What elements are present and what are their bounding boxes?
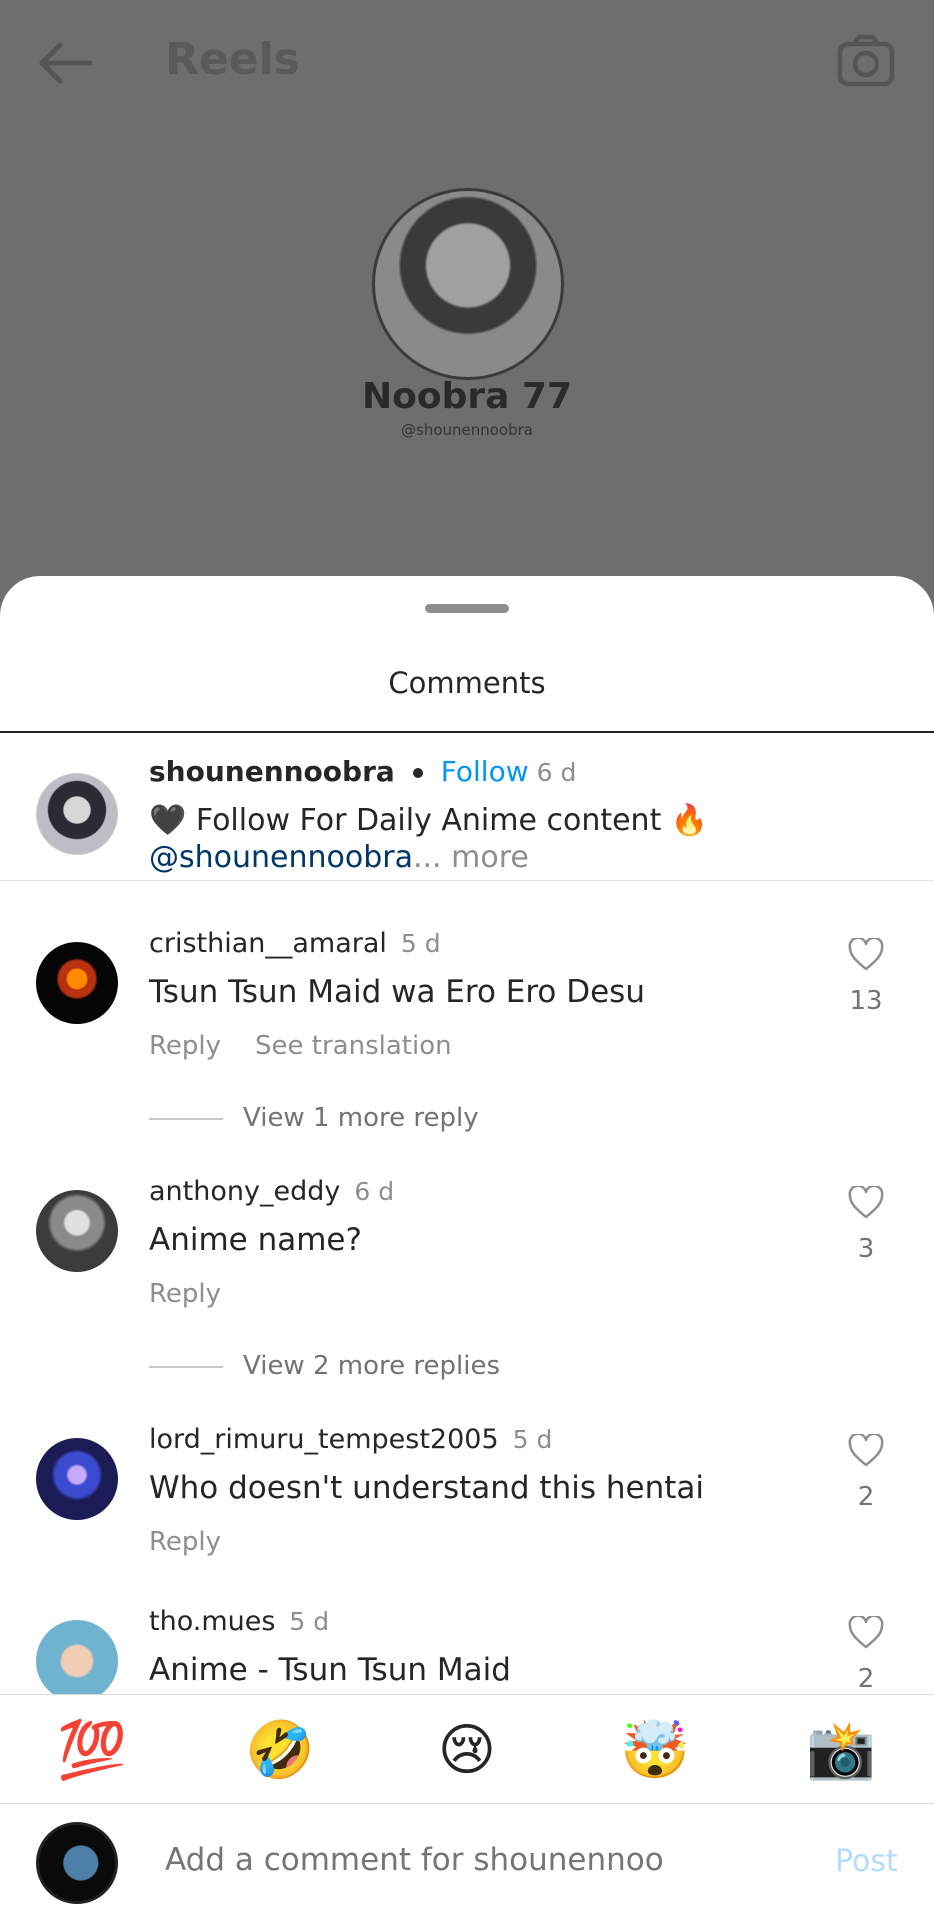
comment-item: tho.mues 5 d Anime - Tsun Tsun Maid 2 bbox=[0, 1606, 934, 1694]
like-count: 13 bbox=[849, 986, 883, 1016]
comment-actions: Reply See translation bbox=[149, 1031, 486, 1061]
comment-input-row: Post bbox=[0, 1804, 934, 1920]
caption-text: 🖤 Follow For Daily Anime content 🔥 bbox=[149, 803, 709, 838]
comment-avatar[interactable] bbox=[36, 942, 118, 1024]
caption-more-link[interactable]: more bbox=[442, 840, 529, 875]
caption-username[interactable]: shounennoobra bbox=[149, 755, 395, 788]
caption-ellipsis: ... bbox=[412, 840, 442, 875]
reel-profile-avatar bbox=[372, 188, 564, 380]
crying-face-emoji[interactable]: 😢 bbox=[432, 1719, 502, 1783]
comment-avatar[interactable] bbox=[36, 1620, 118, 1694]
comment-text: Anime - Tsun Tsun Maid bbox=[149, 1652, 511, 1688]
reel-profile-name: Noobra 77 bbox=[361, 376, 573, 417]
caption-time: 6 d bbox=[536, 758, 577, 787]
like-count: 3 bbox=[857, 1234, 875, 1264]
view-more-label[interactable]: View 1 more reply bbox=[243, 1103, 479, 1133]
reply-button[interactable]: Reply bbox=[149, 1279, 221, 1309]
back-arrow-icon[interactable] bbox=[34, 38, 94, 88]
comment-avatar[interactable] bbox=[36, 1190, 118, 1272]
comment-username-row: tho.mues 5 d bbox=[149, 1606, 329, 1637]
like-count: 2 bbox=[857, 1664, 875, 1694]
comment-actions: Reply bbox=[149, 1279, 255, 1309]
comment-username[interactable]: anthony_eddy bbox=[149, 1176, 340, 1207]
reels-title: Reels bbox=[165, 34, 300, 85]
more-label[interactable]: more bbox=[451, 840, 529, 875]
heart-icon[interactable] bbox=[848, 1616, 884, 1650]
comment-time: 5 d bbox=[289, 1607, 330, 1636]
view-more-label[interactable]: View 2 more replies bbox=[243, 1351, 500, 1381]
caption-continuation: @shounennoobra... more bbox=[149, 840, 529, 875]
replies-line bbox=[149, 1117, 223, 1120]
comment-username[interactable]: lord_rimuru_tempest2005 bbox=[149, 1424, 499, 1455]
comment-username-row: anthony_eddy 6 d bbox=[149, 1176, 394, 1207]
replies-line bbox=[149, 1365, 223, 1368]
comment-time: 5 d bbox=[400, 929, 441, 958]
comment-time: 5 d bbox=[512, 1425, 553, 1454]
sheet-drag-handle[interactable] bbox=[425, 604, 509, 613]
comment-username-row: cristhian__amaral 5 d bbox=[149, 928, 441, 959]
camera-icon[interactable] bbox=[836, 34, 896, 88]
sheet-title: Comments bbox=[388, 666, 546, 700]
heart-icon[interactable] bbox=[848, 938, 884, 972]
comment-username[interactable]: cristhian__amaral bbox=[149, 928, 387, 959]
heart-icon[interactable] bbox=[848, 1186, 884, 1220]
caption-header: shounennoobra Follow 6 d bbox=[149, 755, 576, 788]
see-translation-button[interactable]: See translation bbox=[255, 1031, 452, 1061]
current-user-avatar bbox=[36, 1822, 118, 1904]
comment-text: Tsun Tsun Maid wa Ero Ero Desu bbox=[149, 974, 645, 1010]
heart-icon[interactable] bbox=[848, 1434, 884, 1468]
comment-text: Who doesn't understand this hentai bbox=[149, 1470, 704, 1506]
exploding-head-emoji[interactable]: 🤯 bbox=[620, 1719, 690, 1783]
view-more-replies[interactable]: View 1 more reply bbox=[149, 1103, 479, 1133]
hundred-points-emoji[interactable]: 💯 bbox=[57, 1719, 127, 1783]
caption-mention-link[interactable]: @shounennoobra bbox=[149, 840, 413, 875]
emoji-quick-bar: 💯 🤣 😢 🤯 📸 bbox=[0, 1694, 934, 1804]
post-caption: shounennoobra Follow 6 d 🖤 Follow For Dail… bbox=[0, 733, 934, 881]
camera-flash-emoji[interactable]: 📸 bbox=[806, 1719, 876, 1783]
caption-avatar[interactable] bbox=[36, 773, 118, 855]
comment-text: Anime name? bbox=[149, 1222, 362, 1258]
comment-username[interactable]: tho.mues bbox=[149, 1606, 275, 1637]
like-count: 2 bbox=[857, 1482, 875, 1512]
comment-input[interactable] bbox=[165, 1842, 665, 1878]
post-button[interactable]: Post bbox=[835, 1844, 898, 1879]
reply-button[interactable]: Reply bbox=[149, 1031, 221, 1061]
comment-username-row: lord_rimuru_tempest2005 5 d bbox=[149, 1424, 552, 1455]
view-more-replies[interactable]: View 2 more replies bbox=[149, 1351, 500, 1381]
follow-button[interactable]: Follow bbox=[441, 755, 529, 788]
comment-time: 6 d bbox=[354, 1177, 395, 1206]
reel-background: Reels Noobra 77 @shounennoobra bbox=[0, 0, 934, 600]
separator-dot bbox=[412, 768, 423, 778]
comment-actions: Reply bbox=[149, 1527, 255, 1557]
rofl-emoji[interactable]: 🤣 bbox=[245, 1719, 315, 1783]
reply-button[interactable]: Reply bbox=[149, 1527, 221, 1557]
reel-profile-handle: @shounennoobra bbox=[401, 421, 533, 439]
comment-avatar[interactable] bbox=[36, 1438, 118, 1520]
